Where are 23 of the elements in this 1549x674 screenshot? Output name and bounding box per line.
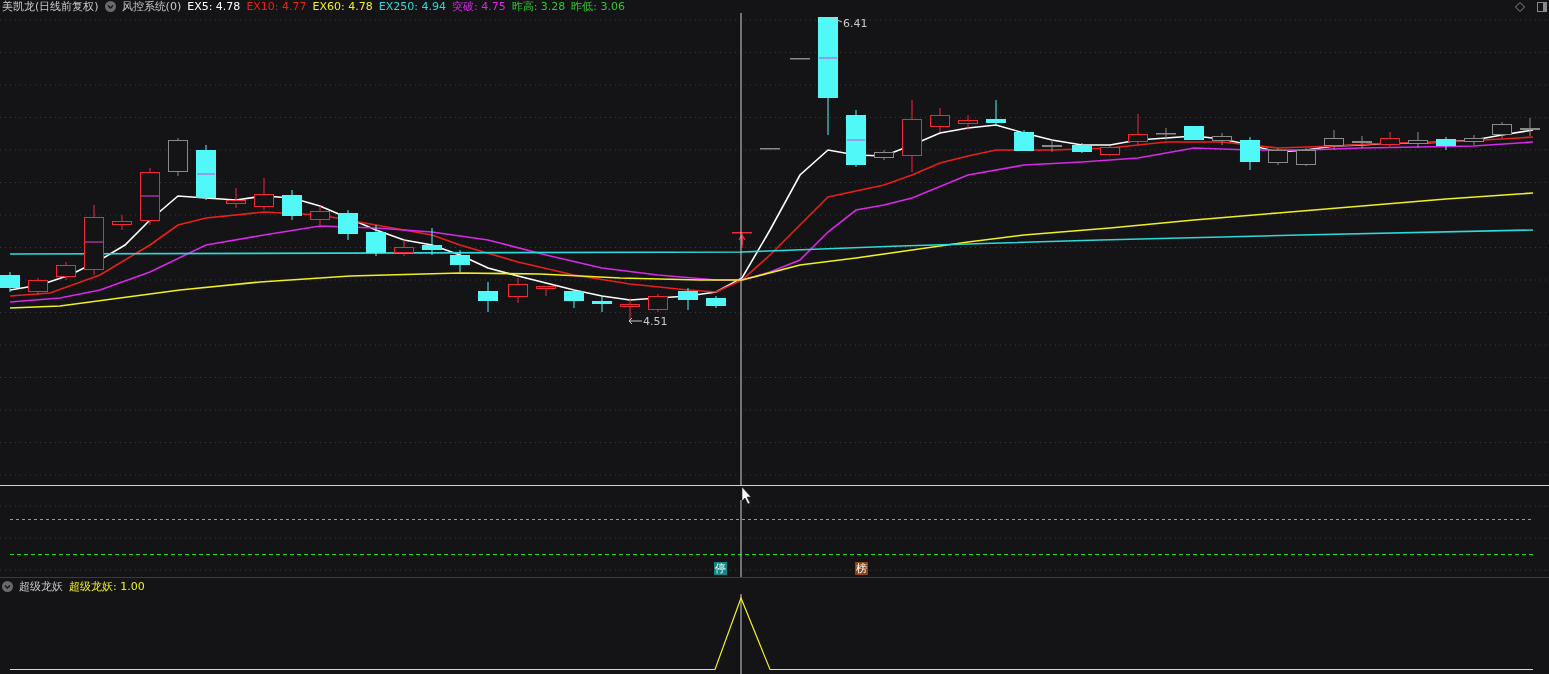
indicator-name[interactable]: 超级龙妖 bbox=[19, 578, 63, 594]
price-label: 6.41 bbox=[843, 17, 868, 30]
price-label: 4.51 bbox=[643, 315, 668, 328]
formula-name[interactable]: 风控系统(0) bbox=[121, 0, 182, 13]
legend-value: EX10: 4.77 bbox=[246, 0, 307, 13]
legend-value: 突破: 4.75 bbox=[451, 0, 506, 13]
legend-value: 昨低: 3.06 bbox=[571, 0, 626, 13]
collapse-icon[interactable] bbox=[2, 580, 13, 592]
panel-icon[interactable] bbox=[1537, 1, 1547, 12]
mouse-cursor-icon bbox=[741, 486, 752, 505]
signal-badge: 榜 bbox=[855, 562, 868, 575]
up-arrow-icon bbox=[738, 234, 746, 246]
legend-value: 昨高: 3.28 bbox=[511, 0, 566, 13]
signal-badge: 停 bbox=[714, 562, 727, 575]
legend-value: EX250: 4.94 bbox=[378, 0, 446, 13]
legend-value: EX60: 4.78 bbox=[312, 0, 373, 13]
collapse-icon[interactable] bbox=[104, 1, 116, 12]
stock-title: 美凯龙(日线前复权) bbox=[2, 0, 99, 13]
diamond-icon[interactable] bbox=[1515, 1, 1525, 12]
legend-value: EX5: 4.78 bbox=[187, 0, 241, 13]
legend-value: 超级龙妖: 1.00 bbox=[69, 578, 145, 594]
leader-line bbox=[628, 317, 643, 325]
leader-line bbox=[831, 17, 843, 23]
